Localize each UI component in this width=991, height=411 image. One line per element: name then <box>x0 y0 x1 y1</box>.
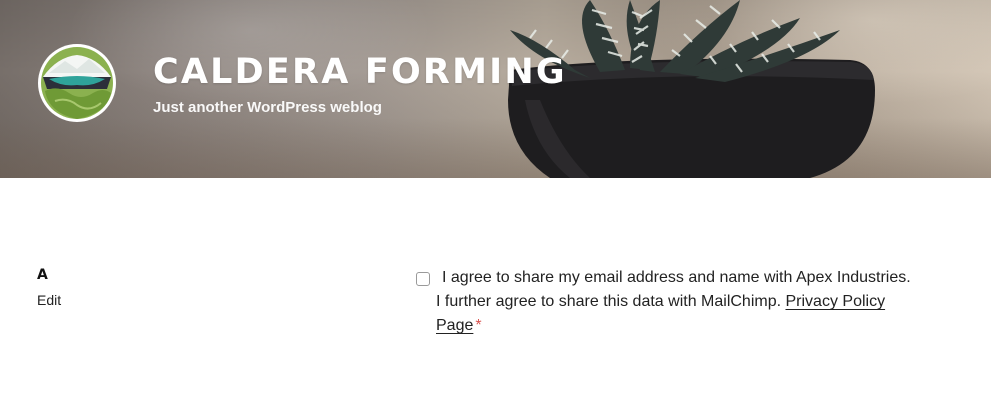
privacy-policy-link[interactable]: Privacy Policy <box>786 293 886 310</box>
main-content: A Edit I agree to share my email address… <box>0 178 991 411</box>
site-title[interactable]: CALDERA FORMING <box>153 52 567 92</box>
site-header: CALDERA FORMING Just another WordPress w… <box>0 0 991 178</box>
consent-text-line3: Page * <box>436 314 941 338</box>
required-mark: * <box>475 317 482 334</box>
consent-text-line2: I further agree to share this data with … <box>436 290 941 314</box>
privacy-policy-link-page[interactable]: Page <box>436 317 473 334</box>
site-tagline: Just another WordPress weblog <box>153 99 382 116</box>
consent-text-mailchimp: I further agree to share this data with … <box>436 293 786 310</box>
consent-checkbox[interactable] <box>416 272 430 286</box>
edit-link[interactable]: Edit <box>37 292 61 308</box>
consent-text-line1: I agree to share my email address and na… <box>442 269 911 286</box>
caldera-logo-icon[interactable] <box>37 43 117 123</box>
entry-title: A <box>37 267 48 283</box>
consent-label: I agree to share my email address and na… <box>436 266 941 338</box>
